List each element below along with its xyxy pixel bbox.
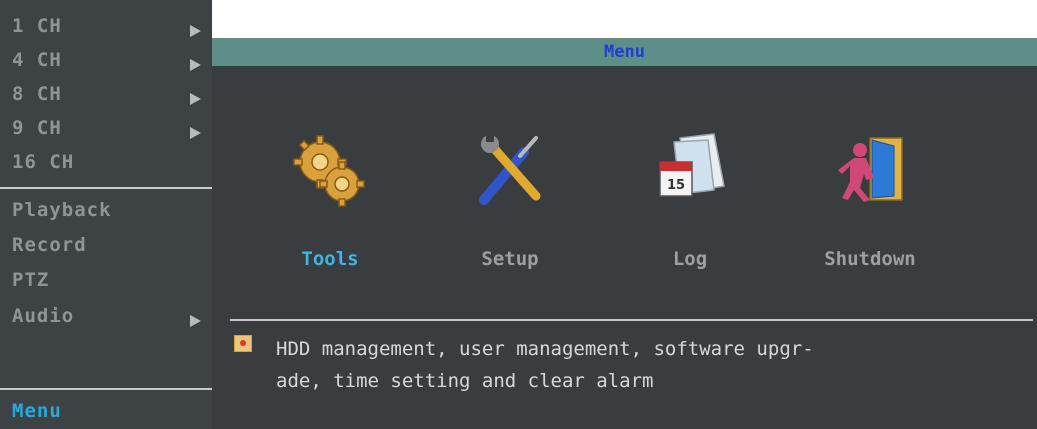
menu-divider xyxy=(0,187,212,189)
menu-item-menu[interactable]: Menu xyxy=(12,394,62,428)
submenu-arrow-icon xyxy=(190,315,201,327)
tile-log[interactable]: 15 Log xyxy=(610,130,770,300)
menu-item-audio[interactable]: Audio xyxy=(12,299,74,333)
submenu-arrow-icon xyxy=(190,59,201,71)
title-bar: Menu xyxy=(212,38,1037,66)
menu-divider xyxy=(0,388,212,390)
submenu-arrow-icon xyxy=(190,127,201,139)
wrench-screwdriver-icon xyxy=(479,134,541,205)
info-text-line-2: ade, time setting and clear alarm xyxy=(276,370,654,392)
tile-tools[interactable]: Tools xyxy=(250,130,410,300)
svg-text:15: 15 xyxy=(667,178,685,193)
tile-shutdown-label: Shutdown xyxy=(824,248,916,270)
menu-item-16ch[interactable]: 16 CH xyxy=(12,145,74,179)
menu-item-record[interactable]: Record xyxy=(12,228,87,262)
menu-item-playback[interactable]: Playback xyxy=(12,193,112,227)
menu-window: Menu Tools Setup 15 Log Shutdown HDD man… xyxy=(212,38,1037,429)
menu-item-8ch[interactable]: 8 CH xyxy=(12,77,62,111)
menu-item-4ch[interactable]: 4 CH xyxy=(12,43,62,77)
info-divider xyxy=(230,319,1033,321)
tile-shutdown[interactable]: Shutdown xyxy=(790,130,950,300)
tile-tools-label: Tools xyxy=(301,248,359,270)
tile-setup[interactable]: Setup xyxy=(430,130,590,300)
submenu-arrow-icon xyxy=(190,25,201,37)
info-text-line-1: HDD management, user management, softwar… xyxy=(276,338,814,360)
exit-door-icon xyxy=(838,137,903,202)
window-title: Menu xyxy=(604,42,645,62)
menu-item-ptz[interactable]: PTZ xyxy=(12,263,49,297)
menu-item-9ch[interactable]: 9 CH xyxy=(12,111,62,145)
bullet-icon xyxy=(234,335,252,352)
tile-setup-label: Setup xyxy=(481,248,539,270)
gears-icon xyxy=(293,135,365,207)
context-menu: 1 CH 4 CH 8 CH 9 CH 16 CH Playback Recor… xyxy=(0,0,212,429)
menu-item-1ch[interactable]: 1 CH xyxy=(12,9,62,43)
submenu-arrow-icon xyxy=(190,93,201,105)
tile-log-label: Log xyxy=(672,248,708,270)
calendar-log-icon: 15 xyxy=(659,133,725,197)
